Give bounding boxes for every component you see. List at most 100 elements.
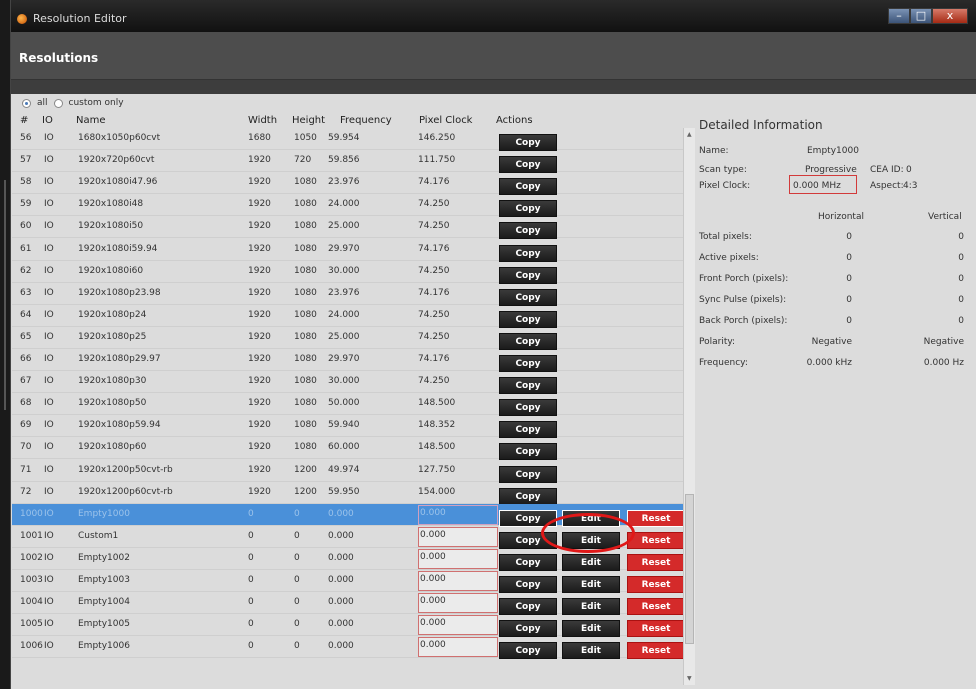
cell-width: 1920 [248,243,271,254]
edit-button[interactable]: Edit [562,553,620,571]
scroll-down-icon[interactable]: ▼ [687,675,692,682]
copy-button[interactable]: Copy [499,332,557,350]
cell-freq: 30.000 [328,265,360,276]
pixel-clock-input[interactable]: 0.000 [418,571,498,591]
table-row[interactable]: 70 IO 1920x1080p60 1920 1080 60.000 148.500 Cop… [12,437,694,461]
column-header-pixel-clock[interactable]: Pixel Clock [419,115,472,126]
cell-freq: 25.000 [328,221,360,232]
scrollbar-thumb[interactable] [685,494,694,644]
column-header-width[interactable]: Width [248,115,277,126]
detail-scan-value: Progressive [805,165,857,175]
copy-button[interactable]: Copy [499,310,557,328]
cell-freq: 30.000 [328,376,360,387]
reset-button[interactable]: Reset [627,531,685,549]
maximize-button[interactable]: □ [910,8,932,24]
pixel-clock-input[interactable]: 0.000 [418,548,498,569]
cell-pixel-clock: 146.250 [418,133,456,143]
detail-title: Detailed Information [699,118,823,132]
reset-button[interactable]: Reset [627,553,685,571]
copy-button[interactable]: Copy [499,399,557,417]
reset-button[interactable]: Reset [627,598,685,616]
copy-button[interactable]: Copy [499,576,557,593]
table-row[interactable]: 56 IO 1680x1050p60cvt 1680 1050 59.954 146.250… [12,128,694,151]
cell-io: IO [44,155,54,166]
table-row[interactable]: 1004 IO Empty1004 0 0 0.000 0.000 Copy Edit Reset [12,592,694,616]
cell-name: Empty1005 [78,619,130,630]
table-row[interactable]: 63 IO 1920x1080p23.98 1920 1080 23.976 74.176 C… [12,283,694,306]
detail-name-value: Empty1000 [807,146,859,156]
table-row[interactable]: 1006 IO Empty1006 0 0 0.000 0.000 Copy Edit Reset [12,636,694,660]
column-header-name[interactable]: Name [76,115,106,126]
column-header-frequency[interactable]: Frequency [340,115,392,126]
table-row[interactable]: 67 IO 1920x1080p30 1920 1080 30.000 74.250 Copy [12,371,694,395]
copy-button[interactable]: Copy [499,487,557,505]
reset-button[interactable]: Reset [627,509,685,527]
table-row[interactable]: 65 IO 1920x1080p25 1920 1080 25.000 74.250 Copy [12,327,694,350]
cell-pixel-clock: 74.176 [418,354,450,364]
reset-button[interactable]: Reset [627,620,685,638]
cell-io: IO [44,354,54,364]
copy-button[interactable]: Copy [499,288,557,306]
edit-button[interactable]: Edit [562,620,620,638]
cell-width: 1680 [248,133,271,143]
copy-button[interactable]: Copy [499,266,557,284]
table-row[interactable]: 1003 IO Empty1003 0 0 0.000 0.000 Copy Edit Reset [12,570,694,593]
copy-button[interactable]: Copy [499,355,557,372]
column-header-height[interactable]: Height [292,115,325,126]
table-row[interactable]: 71 IO 1920x1200p50cvt-rb 1920 1200 49.974 127.… [12,460,694,483]
pixel-clock-input[interactable]: 0.000 [418,593,498,614]
cell-width: 1920 [248,398,271,409]
pixel-clock-input[interactable]: 0.000 [418,615,498,636]
copy-button[interactable]: Copy [499,642,557,660]
table-row[interactable]: 59 IO 1920x1080i48 1920 1080 24.000 74.250 Copy [12,194,694,218]
cell-name: 1920x1080p23.98 [78,287,161,298]
copy-button[interactable]: Copy [499,134,557,151]
table-row[interactable]: 57 IO 1920x720p60cvt 1920 720 59.856 111.750 Co… [12,150,694,174]
copy-button[interactable]: Copy [499,598,557,616]
copy-button[interactable]: Copy [499,222,557,240]
table-row[interactable]: 69 IO 1920x1080p59.94 1920 1080 59.940 148.352… [12,415,694,439]
table-row[interactable]: 58 IO 1920x1080i47.96 1920 1080 23.976 74.176 C… [12,172,694,196]
copy-button[interactable]: Copy [499,465,557,483]
edit-button[interactable]: Edit [562,598,620,616]
scroll-up-icon[interactable]: ▲ [687,131,692,138]
table-row[interactable]: 60 IO 1920x1080i50 1920 1080 25.000 74.250 Copy [12,216,694,240]
reset-button[interactable]: Reset [627,576,685,593]
copy-button[interactable]: Copy [499,377,557,395]
copy-button[interactable]: Copy [499,244,557,262]
table-row[interactable]: 1005 IO Empty1005 0 0 0.000 0.000 Copy Edit Reset [12,614,694,638]
cell-pixel-clock: 111.750 [418,155,456,166]
column-header-number[interactable]: # [20,115,28,126]
copy-button[interactable]: Copy [499,421,557,439]
pixel-clock-input[interactable]: 0.000 [418,526,498,547]
timing-vertical-value: 0 [958,253,964,263]
copy-button[interactable]: Copy [499,553,557,571]
timing-horizontal-value: Negative [811,337,852,347]
copy-button[interactable]: Copy [499,200,557,218]
table-row[interactable]: 68 IO 1920x1080p50 1920 1080 50.000 148.500 Cop… [12,393,694,417]
reset-button[interactable]: Reset [627,642,685,660]
copy-button[interactable]: Copy [499,178,557,196]
copy-button[interactable]: Copy [499,620,557,638]
copy-button[interactable]: Copy [499,156,557,174]
edit-button[interactable]: Edit [562,576,620,593]
pixel-clock-input[interactable]: 0.000 [418,637,498,658]
table-scrollbar[interactable]: ▲ ▼ [683,128,695,685]
cell-width: 1920 [248,420,271,431]
close-button[interactable]: x [932,8,968,24]
cell-name: 1920x1200p50cvt-rb [78,464,173,475]
table-row[interactable]: 66 IO 1920x1080p29.97 1920 1080 29.970 74.176 C… [12,349,694,372]
radio-all[interactable] [22,98,31,108]
table-row[interactable]: 72 IO 1920x1200p60cvt-rb 1920 1200 59.950 154.… [12,482,694,505]
cell-width: 0 [248,575,254,585]
copy-button[interactable]: Copy [499,443,557,461]
table-row[interactable]: 61 IO 1920x1080i59.94 1920 1080 29.970 74.176 C… [12,239,694,262]
table-row[interactable]: 64 IO 1920x1080p24 1920 1080 24.000 74.250 Copy [12,305,694,328]
radio-custom-only[interactable] [53,98,63,108]
minimize-button[interactable]: – [888,8,910,24]
pixel-clock-input[interactable]: 0.000 [418,504,498,525]
column-header-io[interactable]: IO [42,115,53,126]
edit-button[interactable]: Edit [562,642,620,660]
cell-name: Empty1002 [78,552,130,563]
table-row[interactable]: 62 IO 1920x1080i60 1920 1080 30.000 74.250 Copy [12,261,694,284]
